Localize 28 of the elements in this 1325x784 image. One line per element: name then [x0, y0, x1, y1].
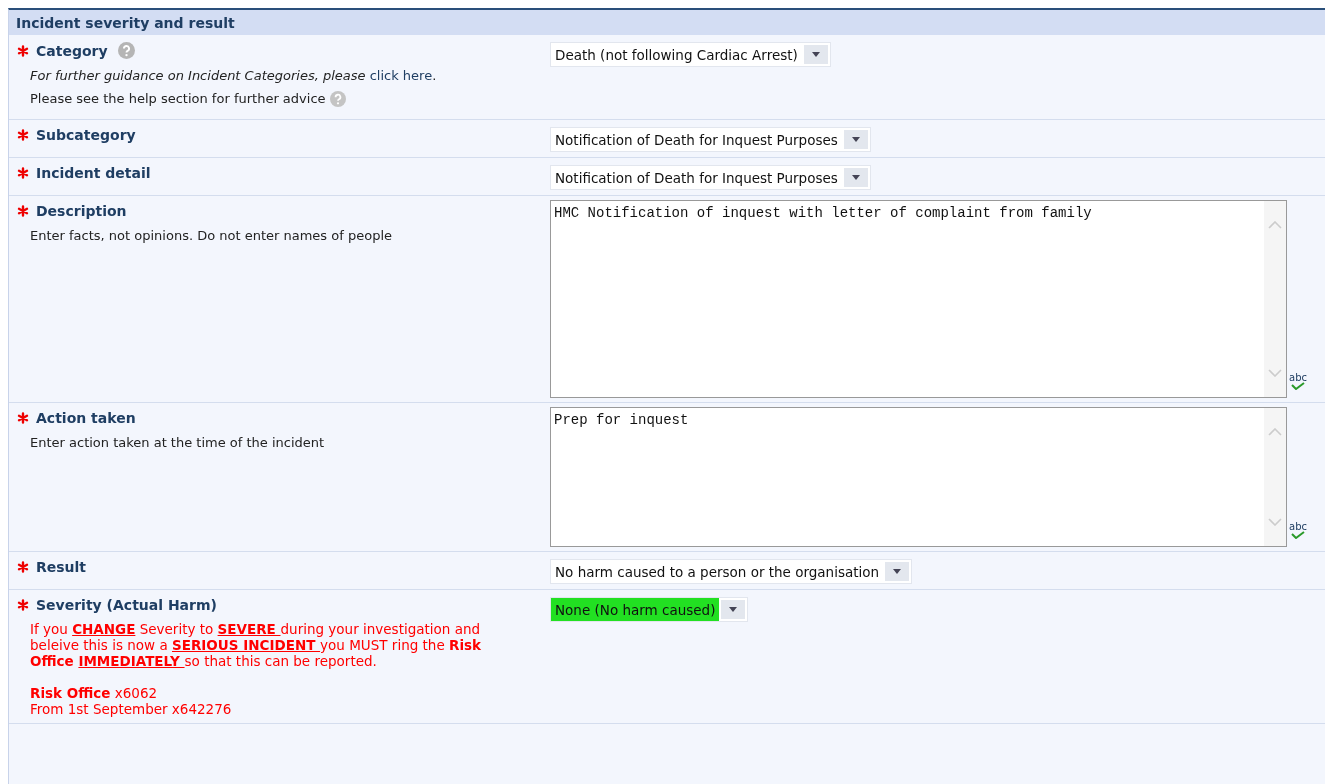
- dropdown[interactable]: Notification of Death for Inquest Purposes: [550, 127, 871, 152]
- field-label: Subcategory: [36, 127, 136, 143]
- field-label: Category: [36, 42, 108, 59]
- note-text: Enter facts, not opinions. Do not enter names of people: [30, 227, 392, 244]
- caret-icon: [893, 569, 902, 574]
- help-icon[interactable]: [117, 42, 135, 59]
- dropdown[interactable]: No harm caused to a person or the organisation: [550, 559, 913, 584]
- note-text: Please see the help section for further advice: [30, 90, 326, 107]
- field-label: Action taken: [36, 410, 136, 426]
- click-here-link[interactable]: click here: [369, 68, 433, 83]
- dropdown[interactable]: Notification of Death for Inquest Purposes: [550, 165, 871, 190]
- note-text: Enter action taken at the time of the incident: [30, 434, 325, 451]
- note-text: If you CHANGE Severity to SEVERE during your investigation and beleive this is now a SERIOUS INCIDENT you MUST ring the Risk Office IMMEDIATELY so that this can be reported.: [30, 621, 483, 669]
- note-text: From 1st September x642276: [30, 701, 232, 717]
- section-header: Incident severity and result: [9, 10, 1325, 35]
- caret-icon: [851, 175, 860, 180]
- dropdown[interactable]: None (No harm caused): [550, 597, 749, 622]
- guidance-text: For further guidance on Incident Categories, please click here.: [30, 67, 437, 84]
- caret-icon: [811, 52, 820, 57]
- dropdown[interactable]: Death (not following Cardiac Arrest): [550, 42, 831, 67]
- note-text: Risk Office x6062: [30, 685, 158, 701]
- field-label: Result: [36, 559, 87, 575]
- field-label: Severity (Actual Harm): [36, 597, 217, 613]
- help-icon[interactable]: [329, 90, 346, 107]
- caret-icon: [851, 137, 860, 142]
- field-label: Description: [36, 203, 127, 219]
- field-label: Incident detail: [36, 165, 151, 181]
- caret-icon: [729, 607, 738, 612]
